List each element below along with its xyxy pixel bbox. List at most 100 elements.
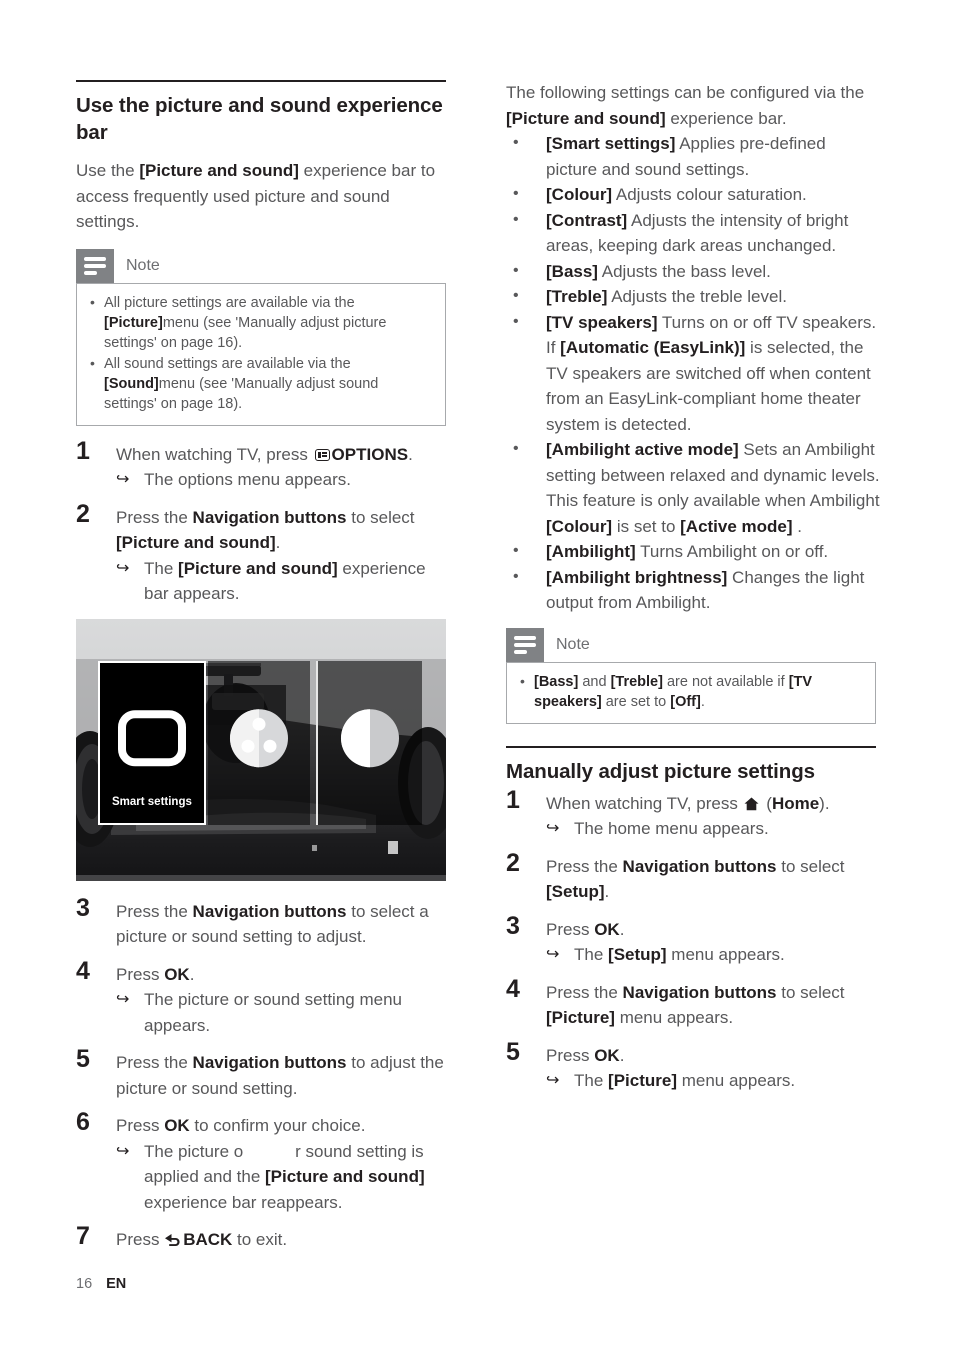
setting-term: [Ambilight brightness] <box>546 567 728 587</box>
note-box-right: Note [Bass] and [Treble] are not availab… <box>506 627 876 724</box>
step-number: 3 <box>76 893 90 922</box>
step-number: 1 <box>506 785 520 814</box>
picture-term: [Picture] <box>546 1008 615 1027</box>
ok-label: OK <box>164 964 190 984</box>
step-text: Press the Navigation buttons to select [… <box>546 980 881 1031</box>
result-arrow-icon: ↪ <box>116 991 130 1008</box>
step-text: Press OK. <box>546 917 881 943</box>
step-text-pre: Press <box>546 1045 595 1065</box>
step-text-pre: Press the <box>116 901 193 921</box>
result-text: The options menu appears. <box>144 470 351 489</box>
settings-list-item-treble: [Treble] Adjusts the treble level. <box>506 283 881 310</box>
note-item-term: [Picture] <box>104 314 163 331</box>
settings-list: [Smart settings] Applies pre-defined pic… <box>506 130 881 616</box>
page-language: EN <box>106 1276 127 1292</box>
step-text-pre: Press <box>116 1230 165 1249</box>
setting-term: [Ambilight active mode] <box>546 440 739 459</box>
colour-wheel-icon <box>230 708 288 767</box>
step-result: ↪ The picture o r sound setting is applie… <box>116 1139 451 1216</box>
step-number: 4 <box>506 974 520 1003</box>
result-arrow-icon: ↪ <box>546 946 560 963</box>
step-5: 5 Press the Navigation buttons to adjust… <box>76 1045 451 1101</box>
experience-bar-item-contrast[interactable] <box>316 660 422 825</box>
experience-bar-item-colour[interactable] <box>208 660 310 825</box>
nav-buttons-label: Navigation buttons <box>192 901 347 921</box>
intro-text-post: experience bar. <box>665 108 787 128</box>
note-list-item: All picture settings are available via t… <box>87 292 435 353</box>
setting-term: [Colour] <box>546 185 613 204</box>
ok-label: OK <box>164 1116 190 1135</box>
setting-term: [TV speakers] <box>546 312 658 332</box>
setting-term-secondary: [Colour] <box>546 516 613 536</box>
note-header: Note <box>506 627 876 662</box>
nav-buttons-label: Navigation buttons <box>622 856 777 876</box>
settings-list-item-bass: [Bass] Adjusts the bass level. <box>506 258 881 285</box>
step-text-post: . <box>604 882 610 901</box>
step-4: 4 Press OK. ↪ The picture or sound settin… <box>76 957 451 1039</box>
setting-description: Adjusts the bass level. <box>597 261 771 281</box>
step-text-pre: Press <box>116 1116 165 1135</box>
note-body: [Bass] and [Treble] are not available if… <box>506 661 876 724</box>
step-text: Press OK. <box>546 1043 881 1069</box>
contrast-half-circle-icon <box>341 708 399 767</box>
step-result: ↪ The [Setup] menu appears. <box>546 942 881 968</box>
experience-bar-item-smart-settings[interactable]: Smart settings <box>98 660 206 825</box>
step-text-pre: When watching TV, press <box>116 444 313 464</box>
result-text: The picture or sound setting menu appear… <box>144 990 402 1035</box>
step-text: When watching TV, press (Home). <box>546 791 881 817</box>
options-icon <box>314 448 330 461</box>
note-term-bass: [Bass] <box>534 673 579 690</box>
note-header: Note <box>76 248 446 283</box>
experience-bar-item-label: Smart settings <box>112 795 192 808</box>
step-text: Press BACK to exit. <box>116 1227 451 1253</box>
result-text-post: experience bar reappears. <box>144 1192 343 1212</box>
intro-paragraph-right: The following settings can be configured… <box>506 80 881 131</box>
step-text-post: . <box>408 444 413 464</box>
step-text: Press OK to confirm your choice. <box>116 1113 451 1139</box>
note-text: and <box>578 673 611 690</box>
step-text-post: . <box>189 964 195 984</box>
step-result: ↪ The [Picture and sound] experience bar … <box>116 556 451 607</box>
intro-term: [Picture and sound] <box>506 108 666 128</box>
step-number: 3 <box>506 911 520 940</box>
page-number: 16 <box>76 1276 93 1292</box>
result-text-pre: The <box>574 945 609 964</box>
step-text-pre: When watching TV, press <box>546 793 743 813</box>
note-term-off: [Off] <box>670 693 701 710</box>
result-arrow-icon: ↪ <box>116 471 130 488</box>
step-text-post: to exit. <box>232 1230 288 1249</box>
result-text-post: menu appears. <box>666 945 785 964</box>
step-text-post: to confirm your choice. <box>189 1116 366 1135</box>
manual-page: Use the picture and sound experience bar… <box>0 0 954 1350</box>
step-text-post: . <box>619 919 625 939</box>
step-text-mid: to select <box>776 856 845 876</box>
step-text-pre: Press the <box>546 856 623 876</box>
result-term: [Picture and sound] <box>265 1167 425 1186</box>
step-4: 4 Press the Navigation buttons to select… <box>506 975 881 1031</box>
step-6: 6 Press OK to confirm your choice. ↪ The … <box>76 1108 451 1216</box>
note-title: Note <box>556 635 590 653</box>
setting-description: Adjusts colour saturation. <box>612 185 807 204</box>
section-title-manually-adjust-picture: Manually adjust picture settings <box>506 759 815 783</box>
step-number: 2 <box>76 499 90 528</box>
setting-term-tertiary: [Active mode] <box>680 516 793 536</box>
picture-and-sound-experience-bar-screenshot: Smart settings <box>76 618 446 881</box>
step-result: ↪ The [Picture] menu appears. <box>546 1068 881 1094</box>
step-3: 3 Press OK. ↪ The [Setup] menu appears. <box>506 912 881 968</box>
note-lines-icon <box>76 248 114 283</box>
step-text-post: . <box>619 1045 625 1065</box>
result-term: [Picture and sound] <box>178 558 338 578</box>
ok-label: OK <box>594 1045 620 1065</box>
note-text: are set to <box>601 693 671 710</box>
result-text-post: menu appears. <box>677 1071 796 1090</box>
section-rule-left <box>76 80 446 82</box>
intro-paragraph-left: Use the [Picture and sound] experience b… <box>76 158 451 235</box>
settings-list-item-tv-speakers: [TV speakers] Turns on or off TV speaker… <box>506 309 881 438</box>
options-label: OPTIONS <box>331 444 409 464</box>
step-text: Press the Navigation buttons to select [… <box>546 854 881 905</box>
step-text-mid: ( <box>761 793 772 813</box>
back-arrow-icon <box>165 1234 180 1246</box>
tv-screen-icon <box>118 709 186 766</box>
step-text-pre: Press the <box>116 1053 193 1072</box>
settings-list-item-ambilight-brightness: [Ambilight brightness] Changes the light… <box>506 564 881 616</box>
